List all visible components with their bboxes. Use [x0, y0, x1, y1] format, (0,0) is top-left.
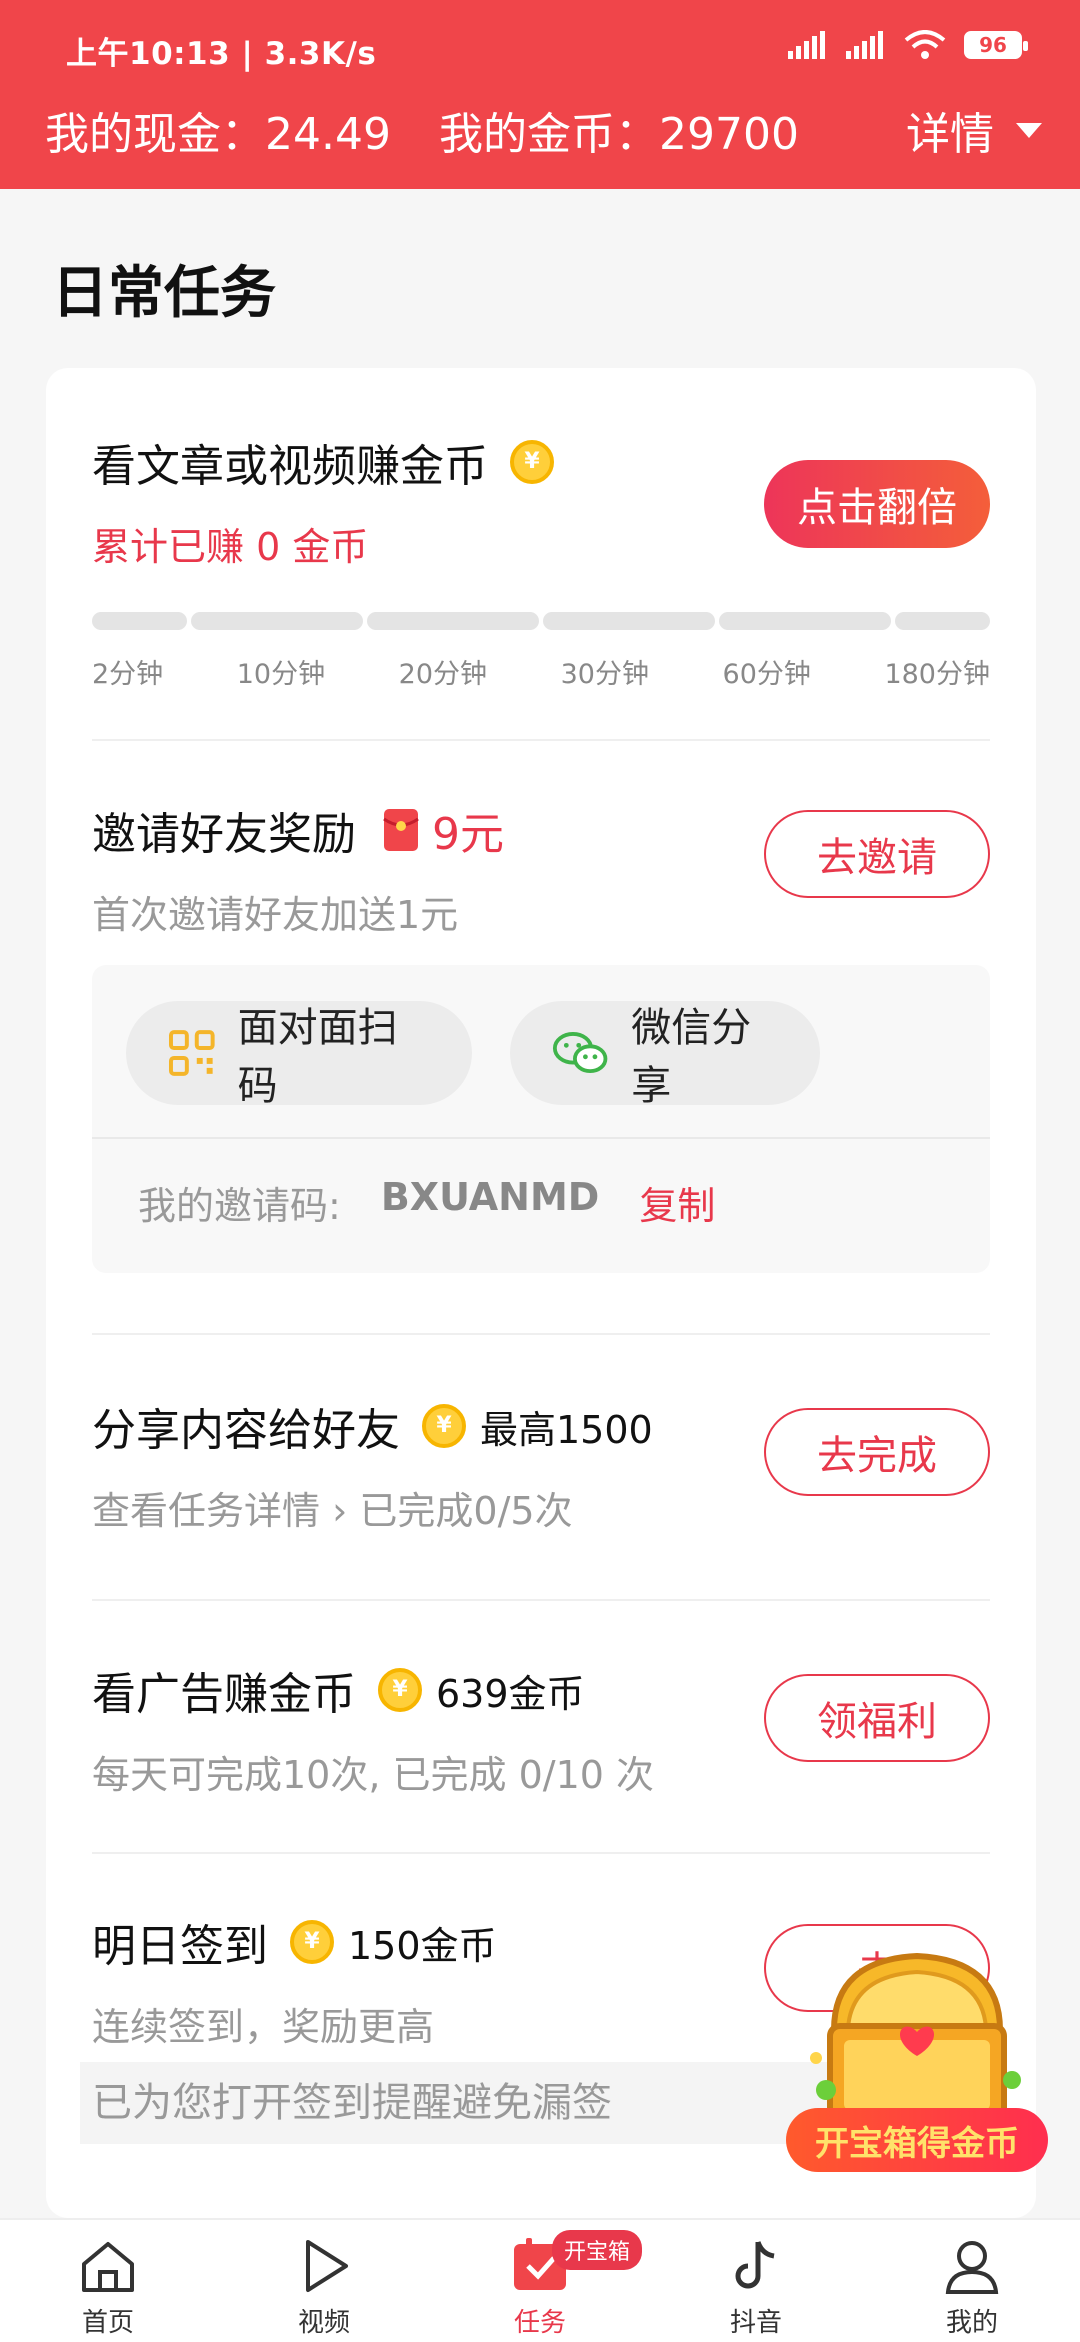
cash-balance: 我的现金：24.49	[45, 109, 391, 160]
task-invite: 邀请好友奖励 9元 首次邀请好友加送1元 去邀请	[92, 798, 990, 939]
task-badge: 开宝箱	[552, 2230, 643, 2270]
tab-task[interactable]: 任务 开宝箱	[432, 2220, 648, 2342]
red-envelope-icon	[383, 809, 419, 851]
invite-button[interactable]: 去邀请	[764, 810, 990, 898]
tab-video-label: 视频	[297, 2308, 350, 2338]
balance-summary: 我的现金：24.49 我的金币：29700	[45, 98, 799, 162]
coin-icon: ¥	[290, 1920, 334, 1964]
divider	[92, 1852, 990, 1854]
tab-mine[interactable]: 我的	[864, 2220, 1080, 2342]
chest-label: 开宝箱得金币	[786, 2108, 1048, 2172]
tab-douyin[interactable]: 抖音	[648, 2220, 864, 2342]
top-header: 上午10:13 | 3.3K/s 96 我的现金：24.49 我的金币：2970…	[0, 0, 1080, 189]
go-complete-button[interactable]: 去完成	[764, 1408, 990, 1496]
caret-down-icon	[1016, 122, 1042, 138]
task-read: 看文章或视频赚金币 ¥ 累计已赚 0 金币 点击翻倍	[92, 430, 990, 571]
copy-button[interactable]: 复制	[639, 1175, 715, 1230]
tick-label: 180分钟	[884, 659, 990, 690]
signal-icon	[788, 31, 825, 59]
tab-douyin-label: 抖音	[729, 2308, 782, 2338]
user-icon	[945, 2241, 999, 2294]
battery-icon: 96	[964, 31, 1028, 59]
tab-video[interactable]: 视频	[216, 2220, 432, 2342]
task-invite-title: 邀请好友奖励	[92, 809, 356, 860]
tick-label: 20分钟	[398, 659, 488, 690]
face-to-face-scan-button[interactable]: 面对面扫码	[126, 1001, 472, 1109]
coin-balance: 我的金币：29700	[438, 109, 799, 160]
wechat-icon	[552, 1032, 608, 1074]
treasure-chest-icon	[810, 1952, 1021, 2127]
coin-icon: ¥	[422, 1404, 466, 1448]
tick-label: 30分钟	[560, 659, 649, 690]
tick-label: 10分钟	[236, 659, 326, 690]
coin-icon: ¥	[378, 1668, 422, 1712]
tab-home-label: 首页	[81, 2308, 134, 2338]
progress-ticks: 2分钟 10分钟 20分钟 30分钟 60分钟 180分钟	[92, 652, 990, 691]
task-ads-title: 看广告赚金币	[92, 1669, 356, 1720]
progress-bar	[92, 612, 990, 630]
douyin-icon	[735, 2241, 775, 2289]
status-icons: 96	[788, 30, 1028, 60]
invite-reward: 9元	[432, 809, 504, 860]
scan-label: 面对面扫码	[237, 1005, 398, 1109]
invite-code-row: 我的邀请码: BXUANMD 复制	[138, 1175, 715, 1230]
share-progress: 已完成0/5次	[359, 1489, 573, 1533]
treasure-chest-button[interactable]: 开宝箱得金币	[786, 1940, 1048, 2172]
bottom-tab-bar: 首页 视频 任务 开宝箱 抖音 我的	[0, 2218, 1080, 2342]
claim-benefit-button[interactable]: 领福利	[764, 1674, 990, 1762]
ads-reward: 639金币	[436, 1671, 585, 1716]
status-time: 上午10:13 | 3.3K/s	[66, 36, 377, 72]
home-icon	[82, 2242, 134, 2292]
task-ads: 看广告赚金币 ¥639金币 每天可完成10次, 已完成 0/10 次 领福利	[92, 1658, 990, 1799]
invite-panel: 面对面扫码 微信分享 我的邀请码: BXUANMD 复制	[92, 965, 990, 1273]
task-detail-link[interactable]: 查看任务详情	[92, 1489, 320, 1533]
wechat-share-button[interactable]: 微信分享	[510, 1001, 820, 1109]
share-reward: 最高1500	[480, 1407, 653, 1452]
coin-icon: ¥	[510, 440, 554, 484]
divider	[92, 1333, 990, 1335]
tick-label: 2分钟	[92, 659, 164, 690]
tab-mine-label: 我的	[945, 2308, 998, 2338]
invite-code-label: 我的邀请码:	[138, 1184, 341, 1228]
qr-code-icon	[168, 1030, 215, 1076]
divider	[92, 1137, 990, 1139]
task-share: 分享内容给好友 ¥ 最高1500 查看任务详情 › 已完成0/5次 去完成	[92, 1394, 990, 1535]
chevron-right-icon: ›	[332, 1489, 348, 1533]
signal-icon-2	[846, 31, 883, 59]
divider	[92, 1599, 990, 1601]
signin-reward: 150金币	[348, 1923, 497, 1968]
tick-label: 60分钟	[722, 659, 811, 690]
wifi-icon	[904, 30, 946, 59]
task-signin-title: 明日签到	[92, 1921, 268, 1972]
task-share-title: 分享内容给好友	[92, 1405, 400, 1456]
tab-home[interactable]: 首页	[0, 2220, 216, 2342]
detail-label: 详情	[906, 109, 994, 160]
section-title: 日常任务	[52, 261, 276, 326]
wechat-label: 微信分享	[631, 1005, 752, 1109]
play-icon	[306, 2240, 348, 2292]
invite-code: BXUANMD	[380, 1175, 600, 1219]
detail-dropdown[interactable]: 详情	[906, 98, 1042, 162]
divider	[92, 739, 990, 741]
task-read-title: 看文章或视频赚金币	[92, 441, 488, 492]
double-button[interactable]: 点击翻倍	[764, 460, 990, 548]
tab-task-label: 任务	[513, 2308, 566, 2338]
